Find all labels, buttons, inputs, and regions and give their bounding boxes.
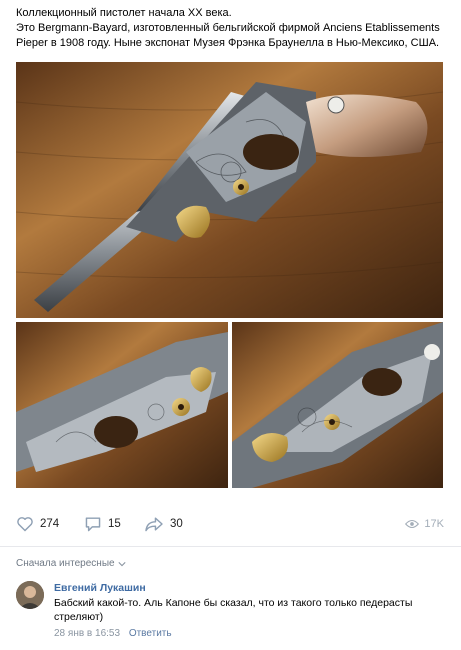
user-photo-icon xyxy=(16,581,44,609)
comment-button[interactable]: 15 xyxy=(84,516,121,532)
share-icon xyxy=(145,517,163,532)
post-text-line: Это Bergmann-Bayard, изготовленный бельг… xyxy=(16,22,440,34)
comment-text: Бабский какой-то. Аль Капоне бы сказал, … xyxy=(54,597,413,623)
divider xyxy=(0,546,461,547)
like-count: 274 xyxy=(40,518,60,530)
pistol-photo xyxy=(16,62,443,318)
post-text-line: Коллекционный пистолет начала XX века. xyxy=(16,7,232,19)
post-photo-left[interactable] xyxy=(16,322,228,488)
share-button[interactable]: 30 xyxy=(144,516,183,532)
comments-sort-dropdown[interactable]: Сначала интересные xyxy=(16,558,126,569)
comment-meta: 28 янв в 16:53 Ответить xyxy=(54,628,172,639)
comment-icon xyxy=(85,517,101,532)
comment-author[interactable]: Евгений Лукашин xyxy=(54,582,146,594)
reply-link[interactable]: Ответить xyxy=(129,628,172,639)
chevron-down-icon xyxy=(117,561,126,566)
views-counter: 17K xyxy=(405,518,444,530)
heart-icon xyxy=(17,517,33,532)
share-count: 30 xyxy=(170,518,183,530)
pistol-closeup-photo xyxy=(16,322,228,488)
avatar[interactable] xyxy=(16,581,44,609)
post-photo-right[interactable] xyxy=(232,322,443,488)
views-count: 17K xyxy=(424,518,444,530)
comment-count: 15 xyxy=(108,518,121,530)
like-button[interactable]: 274 xyxy=(16,516,59,532)
comment-date[interactable]: 28 янв в 16:53 xyxy=(54,628,120,639)
eye-icon xyxy=(405,519,420,529)
pistol-detail-photo xyxy=(232,322,443,488)
post-text: Коллекционный пистолет начала XX века. Э… xyxy=(16,6,452,51)
post-photo-main[interactable] xyxy=(16,62,443,318)
post-text-line: Pieper в 1908 году. Ныне экспонат Музея … xyxy=(16,37,440,49)
post-actions: 274 15 30 17K xyxy=(16,516,444,536)
sort-label: Сначала интересные xyxy=(16,558,115,569)
